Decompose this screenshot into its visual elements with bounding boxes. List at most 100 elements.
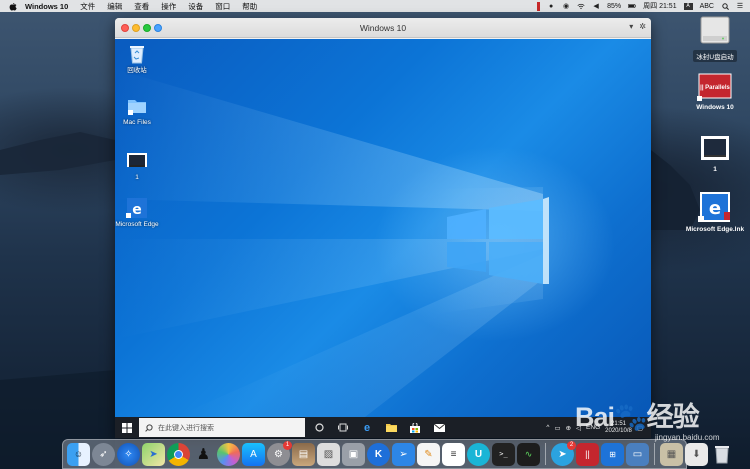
cortana-button[interactable] bbox=[307, 417, 331, 438]
desktop-icon-microsoft-edge[interactable]: e Microsoft Edge bbox=[115, 197, 159, 228]
parallels-status-icon[interactable] bbox=[537, 1, 541, 11]
menubar-clock[interactable]: 周四 21:51 bbox=[643, 1, 676, 11]
mac-icon-1[interactable]: 1 bbox=[680, 134, 750, 173]
apple-icon[interactable] bbox=[8, 2, 17, 11]
control-center-icon[interactable]: ☰ bbox=[736, 2, 744, 10]
vm-window: Windows 10 ▾ ✲ 回收站 Mac Files 1 e Microso… bbox=[115, 18, 651, 438]
dock-pages[interactable]: ✎ bbox=[417, 442, 440, 466]
k-letter-icon: K bbox=[374, 448, 383, 460]
desktop-icon-label: 回收站 bbox=[127, 67, 147, 74]
search-icon[interactable] bbox=[721, 2, 729, 10]
dock-launchpad[interactable]: ➶ bbox=[92, 442, 115, 466]
desktop-icon-label: Mac Files bbox=[123, 119, 151, 126]
mac-icon-label: Windows 10 bbox=[696, 104, 734, 111]
preview-icon: ▨ bbox=[323, 448, 334, 460]
chevron-up-icon[interactable]: ^ bbox=[546, 424, 549, 431]
svg-text:e: e bbox=[709, 198, 721, 219]
record-icon[interactable]: ● bbox=[547, 2, 555, 10]
watermark-brand: Bai🐾经验 bbox=[575, 402, 700, 432]
dock-maps[interactable]: ➤ bbox=[142, 442, 165, 466]
task-view-button[interactable] bbox=[331, 417, 355, 438]
taskbar-explorer-button[interactable] bbox=[379, 417, 403, 438]
dock-telegram[interactable]: ➤ 2 bbox=[551, 440, 576, 466]
mac-icon-usb-drive[interactable]: 冰封U盘启动 bbox=[680, 14, 750, 62]
cortana-icon bbox=[314, 423, 324, 432]
dock-airmail[interactable]: ➢ bbox=[392, 442, 415, 466]
document-icon: ✎ bbox=[424, 448, 433, 460]
svg-text:|| Parallels: || Parallels bbox=[700, 85, 730, 91]
gear-icon[interactable]: ✲ bbox=[639, 22, 646, 31]
notes-icon: ▤ bbox=[298, 448, 309, 460]
dock-notes[interactable]: ▤ bbox=[292, 442, 315, 466]
svg-text:e: e bbox=[132, 202, 142, 218]
menu-help[interactable]: 帮助 bbox=[242, 1, 257, 12]
menu-window[interactable]: 窗口 bbox=[215, 1, 230, 12]
notification-badge: 1 bbox=[283, 440, 292, 450]
windows-logo-icon bbox=[122, 422, 132, 433]
mac-icon-label: 1 bbox=[713, 166, 717, 173]
vm-toolbar: ▾ ✲ bbox=[629, 22, 646, 31]
menu-file[interactable]: 文件 bbox=[80, 1, 95, 12]
battery-icon[interactable] bbox=[628, 2, 636, 10]
qq-status-icon[interactable]: ◉ bbox=[562, 2, 570, 10]
desktop-icon-1[interactable]: 1 bbox=[115, 150, 159, 181]
vm-window-title: Windows 10 bbox=[359, 23, 407, 33]
windows-desktop[interactable]: 回收站 Mac Files 1 e Microsoft Edge bbox=[115, 39, 651, 417]
volume-icon[interactable]: ◀ bbox=[592, 2, 600, 10]
dock-archive-utility[interactable]: ▣ bbox=[342, 442, 365, 466]
search-icon bbox=[145, 423, 153, 432]
windows-logo-beams bbox=[115, 69, 549, 417]
input-method-flag-icon[interactable]: A bbox=[683, 2, 693, 10]
monitor-icon bbox=[698, 134, 732, 166]
dock-app-store[interactable]: A bbox=[242, 442, 265, 466]
taskbar-store-button[interactable] bbox=[403, 417, 427, 438]
baidu-watermark: Bai🐾经验 jingyan.baidu.com bbox=[575, 395, 750, 455]
desktop-icon-recycle-bin[interactable]: 回收站 bbox=[115, 43, 159, 74]
compass-icon: ✧ bbox=[124, 448, 133, 460]
rocket-icon: ➶ bbox=[99, 448, 108, 460]
dock-photos[interactable] bbox=[217, 442, 240, 466]
dock-system-preferences[interactable]: ⚙ 1 bbox=[267, 440, 292, 466]
dock-finder[interactable]: ☺ bbox=[67, 442, 90, 466]
mac-icon-edge-lnk[interactable]: e Microsoft Edge.lnk bbox=[680, 190, 750, 233]
battery-percent: 85% bbox=[607, 2, 622, 10]
edge-icon: e bbox=[363, 421, 371, 434]
u-letter-icon: U bbox=[474, 448, 483, 460]
input-method-label[interactable]: ABC bbox=[700, 3, 714, 10]
desktop-icon-label: Microsoft Edge bbox=[115, 221, 159, 228]
menu-actions[interactable]: 操作 bbox=[161, 1, 176, 12]
dock-u-app[interactable]: U bbox=[467, 442, 490, 466]
dock-chrome[interactable] bbox=[167, 442, 190, 466]
dock-kuaitong[interactable]: K bbox=[367, 442, 390, 466]
dock-preview[interactable]: ▨ bbox=[317, 442, 340, 466]
search-placeholder: 在此键入进行搜索 bbox=[158, 424, 214, 432]
taskbar-edge-button[interactable]: e bbox=[355, 417, 379, 438]
taskbar-search-box[interactable]: 在此键入进行搜索 bbox=[139, 418, 305, 437]
dock-separator bbox=[545, 443, 546, 465]
folder-icon bbox=[126, 95, 148, 117]
mac-icon-windows10[interactable]: || Parallels Windows 10 bbox=[680, 72, 750, 111]
taskbar-mail-button[interactable] bbox=[427, 417, 451, 438]
menu-devices[interactable]: 设备 bbox=[188, 1, 203, 12]
mac-icon-label: 冰封U盘启动 bbox=[693, 50, 737, 62]
network-icon[interactable]: ⊕ bbox=[566, 424, 571, 432]
watermark-url: jingyan.baidu.com bbox=[655, 433, 720, 442]
dropdown-icon[interactable]: ▾ bbox=[629, 22, 633, 31]
dock-qq[interactable]: ♟ bbox=[192, 443, 215, 466]
windows-taskbar: 在此键入进行搜索 e ^ ▭ ⊕ ◁ ENG 21:51 2020/10/8 ▢ bbox=[115, 417, 651, 438]
menu-edit[interactable]: 编辑 bbox=[107, 1, 122, 12]
chrome-icon bbox=[174, 449, 183, 459]
start-button[interactable] bbox=[115, 417, 139, 438]
dock-safari[interactable]: ✧ bbox=[117, 442, 140, 466]
app-store-icon: A bbox=[250, 448, 257, 460]
battery-icon[interactable]: ▭ bbox=[554, 424, 560, 432]
menu-app-name[interactable]: Windows 10 bbox=[25, 2, 68, 11]
menu-view[interactable]: 查看 bbox=[134, 1, 149, 12]
wifi-icon[interactable] bbox=[577, 2, 585, 10]
desktop-icon-mac-files[interactable]: Mac Files bbox=[115, 95, 159, 126]
mail-icon bbox=[433, 423, 445, 432]
dock-text-editor[interactable]: ≡ bbox=[442, 442, 465, 466]
dock-activity-monitor[interactable]: ∿ bbox=[517, 442, 540, 466]
dock-terminal[interactable]: >_ bbox=[492, 442, 515, 466]
vm-titlebar[interactable]: Windows 10 ▾ ✲ bbox=[115, 18, 651, 38]
